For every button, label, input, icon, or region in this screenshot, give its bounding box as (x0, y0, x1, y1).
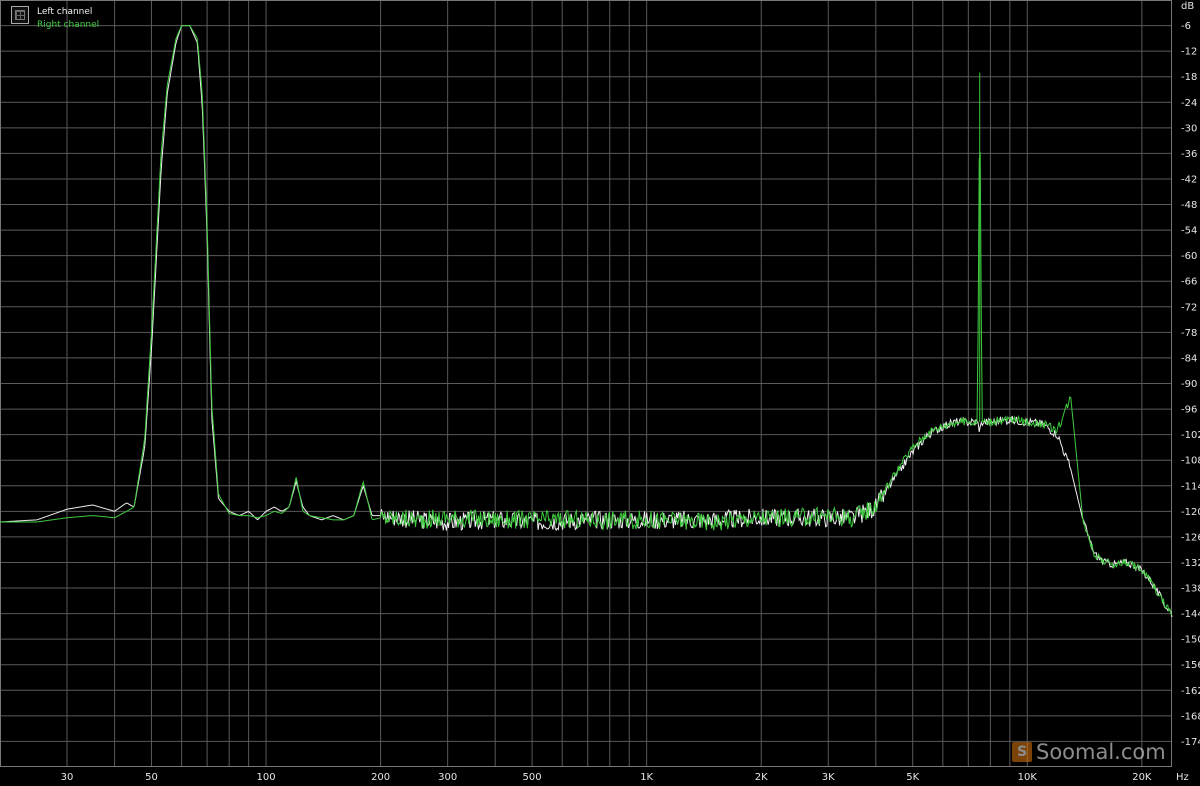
y-tick-label: -126 (1181, 532, 1200, 543)
y-tick-label: -30 (1181, 123, 1197, 134)
y-tick-label: -42 (1181, 174, 1197, 185)
y-tick-label: -36 (1181, 149, 1197, 160)
x-tick-label: 2K (755, 772, 768, 783)
x-tick-label: 100 (256, 772, 275, 783)
watermark: S Soomal.com (1012, 740, 1166, 764)
x-tick-label: 30 (61, 772, 74, 783)
y-tick-label: -120 (1181, 507, 1200, 518)
y-tick-label: -138 (1181, 584, 1200, 595)
y-tick-label: -162 (1181, 686, 1200, 697)
x-tick-label: 3K (822, 772, 835, 783)
legend-entries: Left channel Right channel (37, 6, 99, 32)
y-tick-label: -96 (1181, 405, 1197, 416)
y-tick-labels: -6 -12 -18 -24 -30 -36 -42 -48 -54 -60 -66 -72 -78 -8… (1181, 21, 1200, 748)
x-tick-label: 5K (906, 772, 919, 783)
x-tick-label: 1K (640, 772, 653, 783)
y-tick-label: -12 (1181, 47, 1197, 58)
y-tick-label: -168 (1181, 711, 1200, 722)
y-tick-label: -174 (1181, 737, 1200, 748)
x-tick-label: 10K (1018, 772, 1038, 783)
watermark-text: Soomal.com (1036, 740, 1166, 764)
y-tick-label: -102 (1181, 430, 1200, 441)
x-tick-label: 50 (145, 772, 158, 783)
y-tick-label: -150 (1181, 635, 1200, 646)
legend-grid-icon[interactable] (11, 6, 29, 24)
y-tick-label: -132 (1181, 558, 1200, 569)
y-tick-label: -84 (1181, 353, 1197, 364)
legend-right-channel: Right channel (37, 20, 100, 30)
y-tick-label: -60 (1181, 251, 1197, 262)
y-tick-label: -18 (1181, 72, 1197, 83)
y-tick-label: -72 (1181, 302, 1197, 313)
y-tick-label: -6 (1181, 21, 1191, 32)
y-tick-label: -66 (1181, 277, 1197, 288)
y-tick-label: -24 (1181, 98, 1197, 109)
watermark-logo-icon: S (1012, 742, 1032, 762)
x-tick-label: 500 (523, 772, 542, 783)
spectrum-chart: -6 -12 -18 -24 -30 -36 -42 -48 -54 -60 -66 -72 -78 -8… (0, 0, 1200, 786)
legend-left-channel: Left channel (37, 7, 93, 17)
y-tick-label: -108 (1181, 456, 1200, 467)
y-tick-label: -54 (1181, 226, 1197, 237)
y-tick-label: -156 (1181, 660, 1200, 671)
y-tick-label: -48 (1181, 200, 1197, 211)
x-axis-unit: Hz (1176, 772, 1189, 783)
y-tick-label: -114 (1181, 481, 1200, 492)
x-tick-label: 20K (1132, 772, 1152, 783)
y-tick-label: -90 (1181, 379, 1197, 390)
y-axis-unit: dB (1181, 1, 1194, 12)
legend: Left channel Right channel (11, 6, 99, 32)
y-tick-label: -78 (1181, 328, 1197, 339)
y-tick-label: -144 (1181, 609, 1200, 620)
plot-background (0, 0, 1200, 786)
x-tick-label: 300 (438, 772, 457, 783)
x-tick-label: 200 (371, 772, 390, 783)
